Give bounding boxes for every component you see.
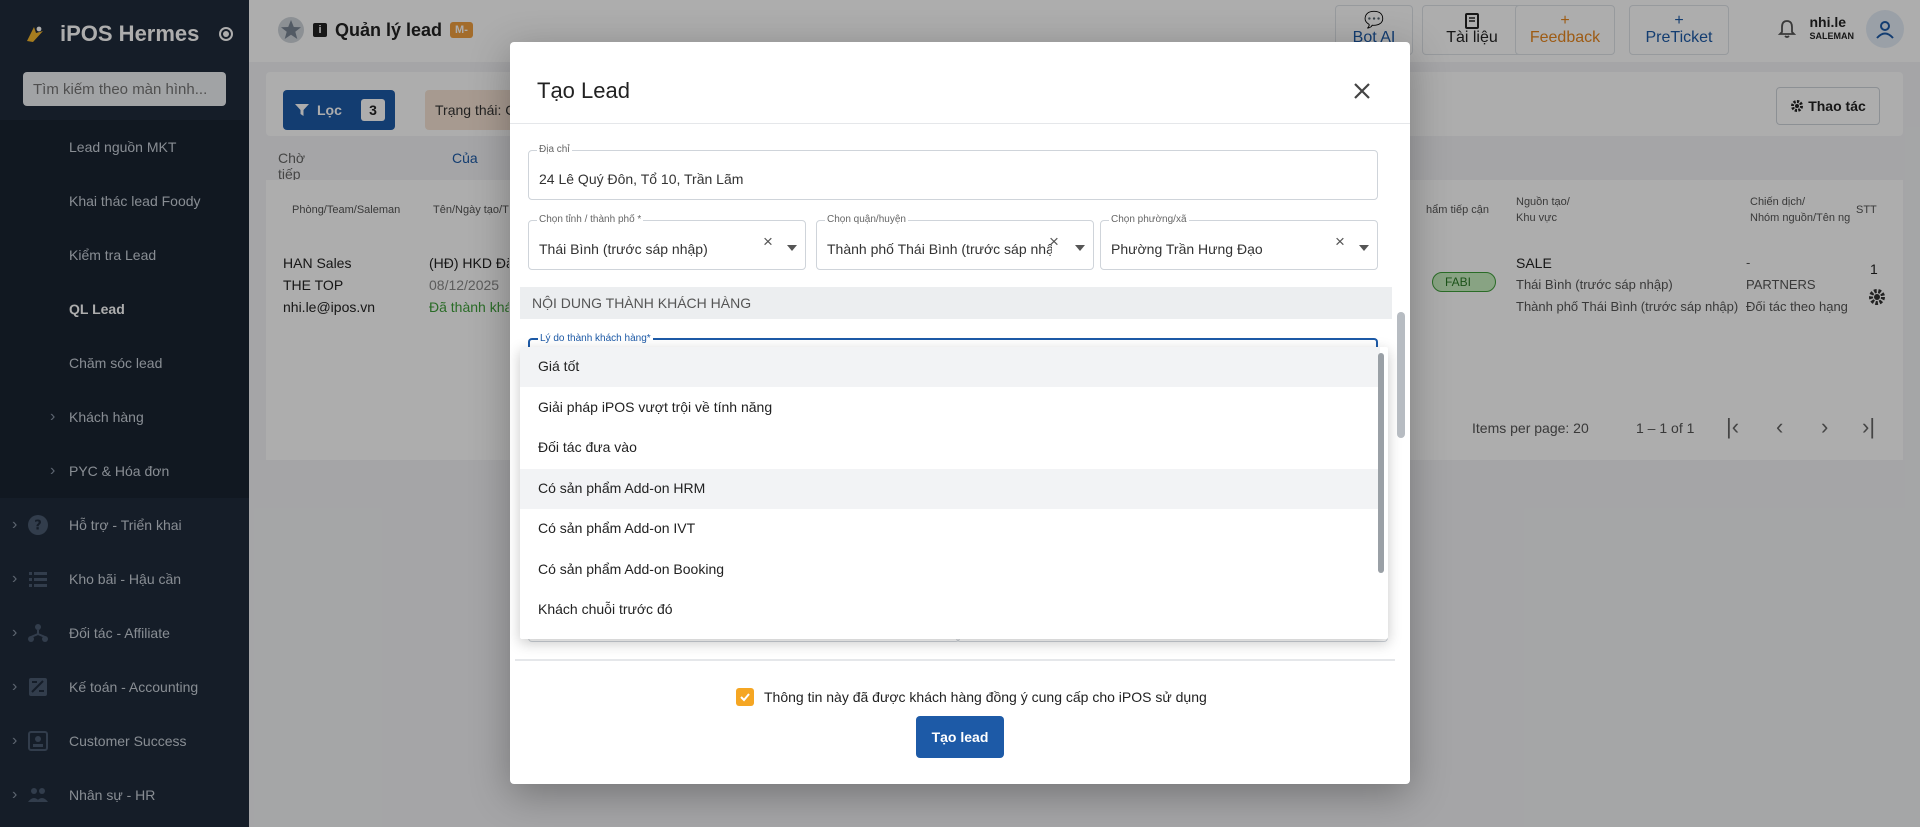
modal-header: Tạo Lead xyxy=(510,42,1410,124)
chevron-down-icon[interactable] xyxy=(787,245,797,251)
dropdown-option[interactable]: Đối tác đưa vào xyxy=(520,428,1380,468)
clear-district-icon[interactable]: × xyxy=(1049,232,1059,252)
consent-row[interactable]: Thông tin này đã được khách hàng đồng ý … xyxy=(736,688,1207,706)
check-icon xyxy=(740,693,750,702)
dropdown-option[interactable]: Có sản phẩm Add-on Booking xyxy=(520,550,1380,590)
district-value: Thành phố Thái Bình (trước sáp nhậ... xyxy=(827,241,1052,257)
dropdown-option[interactable]: Giải pháp iPOS vượt trội về tính năng xyxy=(520,388,1380,428)
clear-province-icon[interactable]: × xyxy=(763,232,773,252)
province-select[interactable]: Chọn tỉnh / thành phố * Thái Bình (trước… xyxy=(528,214,806,270)
chevron-down-icon[interactable] xyxy=(1359,245,1369,251)
modal-scrollbar[interactable] xyxy=(1397,312,1405,438)
ward-label: Chọn phường/xã xyxy=(1109,214,1189,225)
chevron-down-icon[interactable] xyxy=(1075,245,1085,251)
dropdown-scrollbar[interactable] xyxy=(1378,353,1384,573)
dropdown-option[interactable]: Có sản phẩm Add-on HRM xyxy=(520,469,1380,509)
dropdown-option[interactable]: Khách chuỗi trước đó xyxy=(520,590,1380,630)
province-label: Chọn tỉnh / thành phố * xyxy=(537,214,644,225)
consent-checkbox[interactable] xyxy=(736,688,754,706)
province-value: Thái Bình (trước sáp nhập) xyxy=(539,241,708,257)
reason-label: Lý do thành khách hàng* xyxy=(538,333,653,344)
address-field[interactable]: Địa chỉ 24 Lê Quý Đôn, Tổ 10, Trần Lãm xyxy=(528,144,1378,200)
district-label: Chọn quận/huyện xyxy=(825,214,908,225)
district-select[interactable]: Chọn quận/huyện Thành phố Thái Bình (trư… xyxy=(816,214,1094,270)
create-lead-button[interactable]: Tạo lead xyxy=(916,716,1004,758)
ward-select[interactable]: Chọn phường/xã Phường Trần Hưng Đạo × xyxy=(1100,214,1378,270)
address-label: Địa chỉ xyxy=(537,144,572,155)
divider xyxy=(515,659,1395,661)
ward-value: Phường Trần Hưng Đạo xyxy=(1111,241,1263,257)
clear-ward-icon[interactable]: × xyxy=(1335,232,1345,252)
create-lead-modal: Tạo Lead Địa chỉ 24 Lê Quý Đôn, Tổ 10, T… xyxy=(510,42,1410,784)
modal-title: Tạo Lead xyxy=(537,78,630,103)
section-title: NỘI DUNG THÀNH KHÁCH HÀNG xyxy=(520,287,1392,319)
dropdown-option[interactable]: Giá tốt xyxy=(520,347,1380,387)
close-icon[interactable] xyxy=(1350,79,1374,103)
consent-label: Thông tin này đã được khách hàng đồng ý … xyxy=(764,689,1207,705)
reason-dropdown: Giá tốt Giải pháp iPOS vượt trội về tính… xyxy=(520,347,1388,639)
address-value: 24 Lê Quý Đôn, Tổ 10, Trần Lãm xyxy=(539,171,744,187)
dropdown-option[interactable]: Có sản phẩm Add-on IVT xyxy=(520,509,1380,549)
